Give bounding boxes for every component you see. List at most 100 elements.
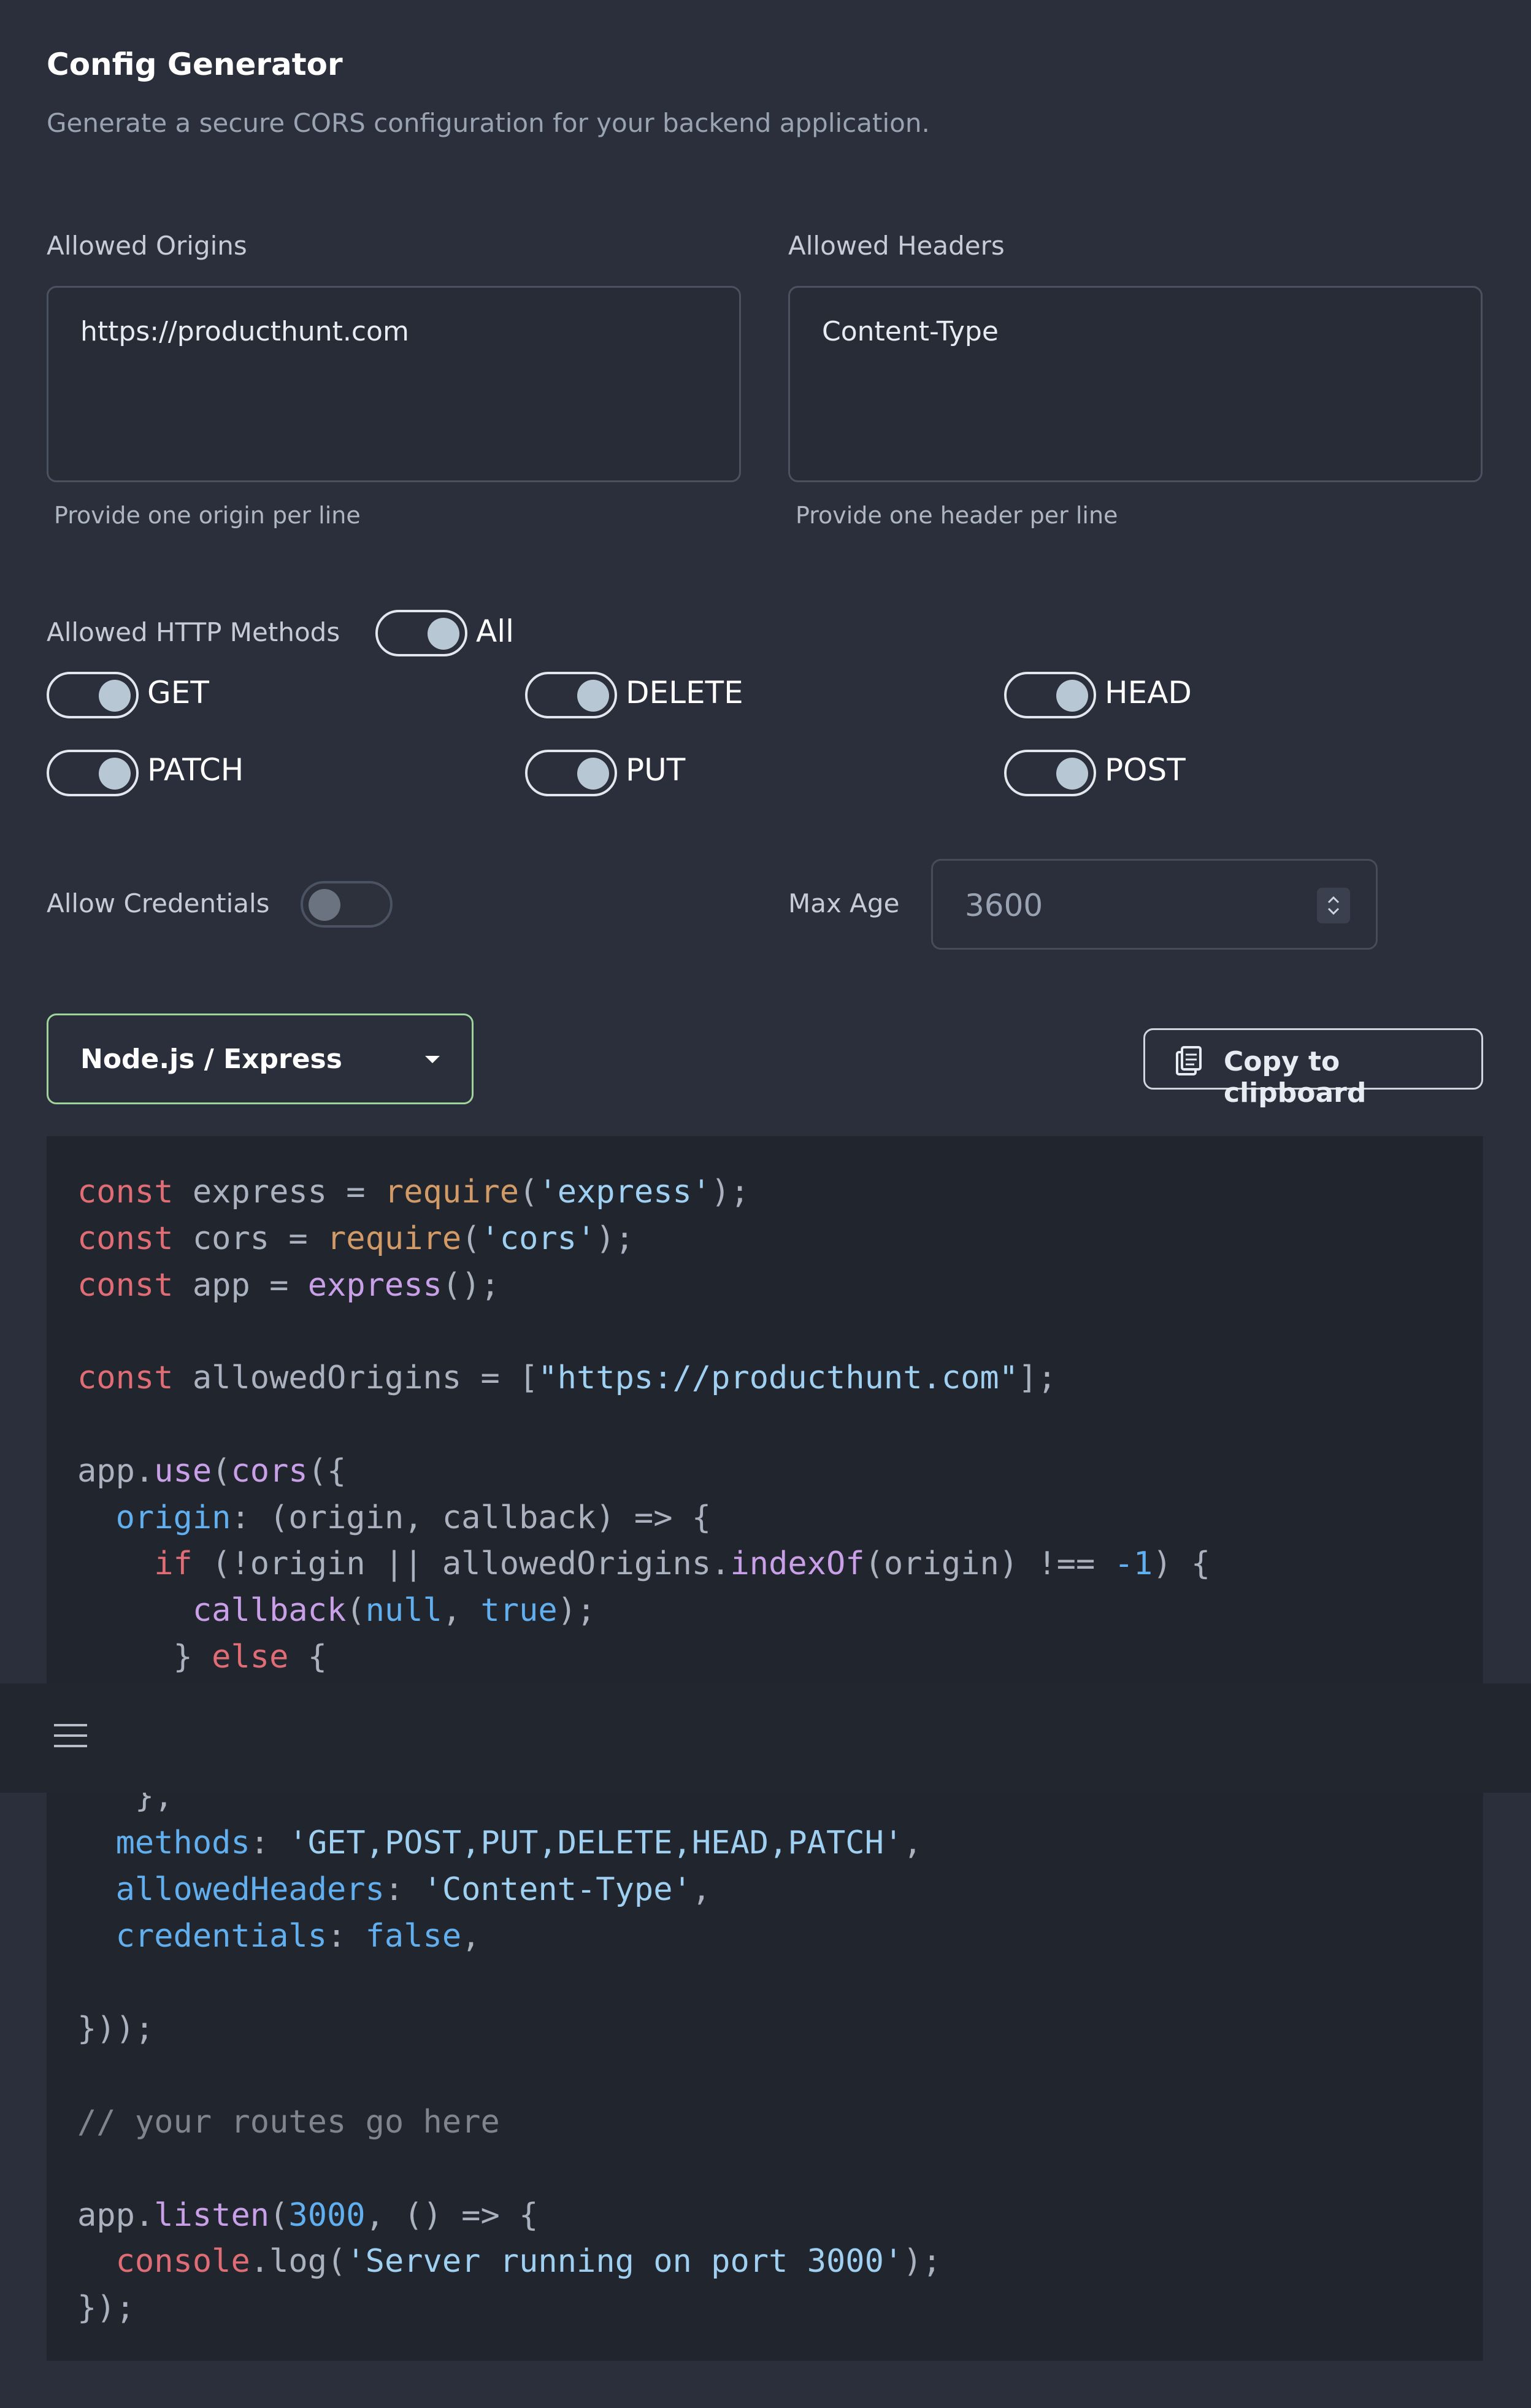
code-token: );: [596, 1220, 634, 1257]
origins-textarea[interactable]: https://producthunt.com: [47, 286, 741, 482]
code-token: credentials: [115, 1917, 327, 1955]
toggle-get-label: GET: [147, 675, 209, 710]
code-token: ) {: [1153, 1545, 1211, 1583]
code-token: ,: [442, 1592, 481, 1629]
code-token: app.: [77, 2196, 155, 2234]
hamburger-menu-icon[interactable]: [53, 1721, 88, 1750]
toggle-put-label: PUT: [626, 752, 686, 788]
headers-textarea[interactable]: Content-Type: [788, 286, 1483, 482]
max-age-input[interactable]: 3600: [931, 859, 1378, 950]
origins-label: Allowed Origins: [47, 231, 247, 261]
credentials-label: Allow Credentials: [47, 888, 270, 918]
copy-button-label: Copy to clipboard: [1224, 1046, 1367, 1109]
page-title: Config Generator: [47, 47, 343, 82]
framework-selected: Node.js / Express: [80, 1044, 342, 1075]
code-token: (: [212, 1452, 231, 1490]
code-token: cors: [231, 1452, 308, 1490]
toggle-knob: [577, 758, 609, 790]
code-token: .log(: [250, 2243, 347, 2280]
code-token: );: [903, 2243, 942, 2280]
code-token: console: [115, 2243, 250, 2280]
methods-label: Allowed HTTP Methods: [47, 617, 340, 647]
toggle-head[interactable]: [1004, 672, 1096, 718]
code-token: const: [77, 1220, 174, 1257]
caret-down-icon: [425, 1056, 440, 1063]
toggle-credentials[interactable]: [301, 881, 393, 928]
code-token: (!origin || allowedOrigins.: [192, 1545, 731, 1583]
code-token: 'cors': [480, 1220, 596, 1257]
code-token: 'GET,POST,PUT,DELETE,HEAD,PATCH': [288, 1825, 904, 1862]
mobile-menu-bar: [0, 1683, 1531, 1793]
toggle-delete[interactable]: [525, 672, 617, 718]
code-token: require: [384, 1174, 520, 1210]
code-token: if: [154, 1545, 193, 1583]
code-token: (: [269, 2196, 289, 2234]
toggle-patch-label: PATCH: [147, 752, 244, 788]
code-token: app.: [77, 1452, 155, 1490]
code-token: 'express': [538, 1174, 712, 1210]
code-token: null: [365, 1592, 442, 1629]
code-token: );: [711, 1174, 750, 1210]
code-token: require: [327, 1220, 462, 1257]
code-token: ();: [442, 1266, 500, 1304]
code-token: ];: [1018, 1360, 1057, 1397]
code-token: origin: [115, 1499, 231, 1536]
code-token: const: [77, 1266, 174, 1304]
code-token: -1: [1114, 1545, 1153, 1583]
code-token: use: [154, 1452, 212, 1490]
toggle-knob: [1056, 758, 1088, 790]
toggle-post-label: POST: [1105, 752, 1186, 788]
code-token: express: [307, 1266, 442, 1304]
code-token: true: [480, 1592, 558, 1629]
code-token: else: [212, 1638, 289, 1675]
code-token: }));: [77, 2010, 155, 2048]
code-token: ,: [461, 1917, 481, 1955]
code-token: const: [77, 1360, 174, 1397]
framework-select[interactable]: Node.js / Express: [47, 1014, 474, 1104]
code-token: // your routes go here: [77, 2103, 500, 2141]
max-age-value: 3600: [965, 888, 1043, 923]
code-token: (: [519, 1174, 539, 1210]
toggle-knob: [309, 889, 340, 921]
code-token: :: [384, 1871, 423, 1908]
max-age-label: Max Age: [788, 888, 900, 918]
toggle-knob: [99, 758, 131, 790]
code-token: ({: [307, 1452, 347, 1490]
toggle-get[interactable]: [47, 672, 139, 718]
toggle-knob: [99, 680, 131, 712]
code-token: );: [557, 1592, 596, 1629]
toggle-head-label: HEAD: [1105, 675, 1192, 710]
copy-to-clipboard-button[interactable]: Copy to clipboard: [1143, 1028, 1483, 1109]
toggle-post[interactable]: [1004, 750, 1096, 796]
code-token: 'Content-Type': [423, 1871, 692, 1908]
toggle-knob: [1056, 680, 1088, 712]
stepper-arrows-icon[interactable]: [1317, 888, 1350, 923]
toggle-patch[interactable]: [47, 750, 139, 796]
toggle-delete-label: DELETE: [626, 675, 743, 710]
code-token: allowedHeaders: [115, 1871, 385, 1908]
code-token: (: [346, 1592, 366, 1629]
code-token: cors =: [173, 1220, 327, 1257]
code-token: indexOf: [730, 1545, 865, 1583]
headers-help: Provide one header per line: [796, 502, 1118, 529]
code-token: "https://producthunt.com": [538, 1360, 1019, 1397]
code-token: (origin) !==: [864, 1545, 1115, 1583]
toggle-all-methods[interactable]: [375, 610, 467, 656]
code-token: :: [250, 1825, 289, 1862]
code-token: ,: [903, 1825, 923, 1862]
code-token: }: [77, 1638, 212, 1675]
code-token: {: [288, 1638, 328, 1675]
code-token: app =: [173, 1266, 308, 1304]
code-token: listen: [154, 2196, 270, 2234]
origins-help: Provide one origin per line: [54, 502, 361, 529]
toggle-put[interactable]: [525, 750, 617, 796]
code-token: (: [461, 1220, 481, 1257]
toggle-all-label: All: [476, 614, 514, 649]
code-token: ,: [691, 1871, 712, 1908]
